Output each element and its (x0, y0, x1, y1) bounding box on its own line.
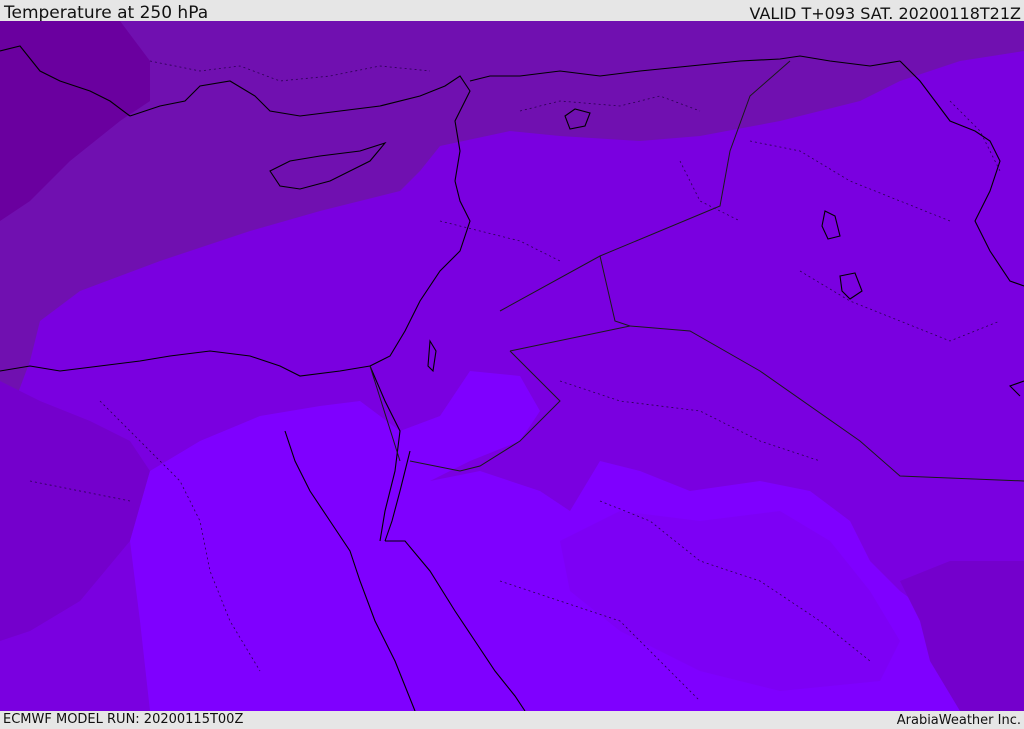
temperature-map (0, 21, 1024, 711)
chart-frame: Temperature at 250 hPa VALID T+093 SAT. … (0, 0, 1024, 729)
credit-label: ArabiaWeather Inc. (896, 713, 1021, 728)
valid-time-label: VALID T+093 SAT. 20200118T21Z (749, 4, 1021, 23)
map-title: Temperature at 250 hPa (4, 3, 209, 23)
model-run-label: ECMWF MODEL RUN: 20200115T00Z (3, 712, 244, 727)
